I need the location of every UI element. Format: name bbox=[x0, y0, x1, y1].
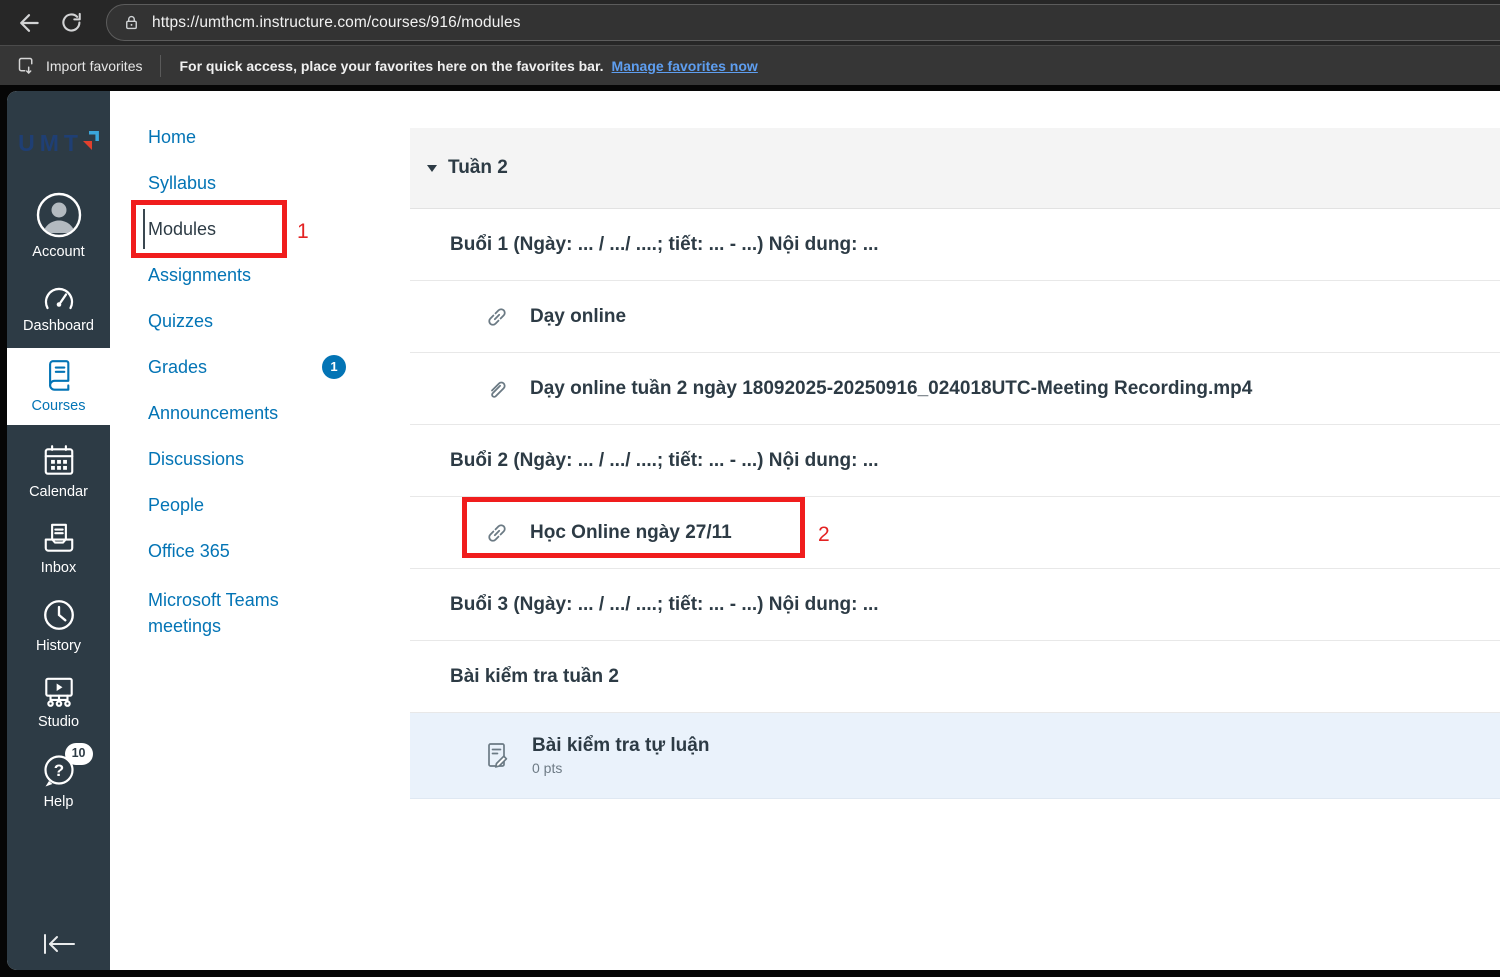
sidebar-item-account[interactable]: Account bbox=[7, 191, 110, 260]
sidebar-item-label: Help bbox=[43, 794, 74, 810]
grades-count-badge: 1 bbox=[322, 355, 346, 379]
sidebar-item-label: Account bbox=[32, 244, 85, 260]
module-item-day-online[interactable]: Dạy online bbox=[410, 281, 1500, 353]
sidebar-item-history[interactable]: History bbox=[7, 597, 110, 654]
history-clock-icon bbox=[41, 597, 77, 633]
lock-icon bbox=[126, 15, 137, 30]
collapse-arrow-icon bbox=[43, 934, 75, 954]
manage-favorites-link[interactable]: Manage favorites now bbox=[612, 58, 758, 74]
course-nav-discussions[interactable]: Discussions bbox=[148, 449, 410, 469]
module-subheader-buoi-1: Buổi 1 (Ngày: ... / .../ ....; tiết: ...… bbox=[410, 209, 1500, 281]
assignment-icon bbox=[488, 742, 508, 768]
module-item-hoc-online-27-11[interactable]: Học Online ngày 27/11 bbox=[410, 497, 1500, 569]
course-nav-grades[interactable]: Grades 1 bbox=[148, 355, 410, 379]
external-link-icon bbox=[488, 523, 506, 542]
active-caret-bar bbox=[143, 209, 145, 249]
dashboard-gauge-icon bbox=[40, 281, 78, 313]
sidebar-item-label: Dashboard bbox=[23, 318, 94, 334]
import-favorites-button[interactable]: Import favorites bbox=[16, 55, 142, 76]
course-nav-teams-meetings[interactable]: Microsoft Teams meetings bbox=[148, 587, 410, 639]
collapse-global-nav-button[interactable] bbox=[38, 932, 80, 956]
browser-toolbar: https://umthcm.instructure.com/courses/9… bbox=[0, 0, 1500, 45]
sidebar-item-help[interactable]: ? 10 Help bbox=[7, 743, 110, 810]
global-nav-sidebar: UMT Account Dashboard Courses Calendar I… bbox=[7, 91, 110, 970]
course-nav-quizzes[interactable]: Quizzes bbox=[148, 311, 410, 331]
assignment-title[interactable]: Bài kiểm tra tự luận bbox=[532, 735, 709, 757]
refresh-button[interactable] bbox=[54, 6, 88, 40]
sidebar-item-inbox[interactable]: Inbox bbox=[7, 521, 110, 576]
assignment-points: 0 pts bbox=[532, 760, 563, 776]
umt-logo[interactable]: UMT bbox=[18, 125, 99, 161]
canvas-app: UMT Account Dashboard Courses Calendar I… bbox=[7, 91, 1500, 970]
course-nav-assignments[interactable]: Assignments bbox=[148, 265, 410, 285]
sidebar-item-label: Inbox bbox=[40, 560, 77, 576]
favorites-bar: Import favorites For quick access, place… bbox=[0, 45, 1500, 85]
courses-book-icon bbox=[41, 357, 77, 393]
import-favorites-icon bbox=[18, 57, 33, 74]
course-nav-home[interactable]: Home bbox=[148, 127, 410, 147]
external-link-icon bbox=[488, 307, 506, 326]
favorites-message: For quick access, place your favorites h… bbox=[179, 57, 604, 74]
import-favorites-label: Import favorites bbox=[46, 57, 143, 74]
course-nav-modules[interactable]: Modules bbox=[143, 209, 410, 249]
url-text: https://umthcm.instructure.com/courses/9… bbox=[152, 13, 521, 31]
calendar-icon bbox=[41, 443, 77, 479]
collapse-module-icon[interactable] bbox=[427, 164, 437, 172]
favorites-divider bbox=[160, 54, 162, 77]
course-nav-list: Home Syllabus Modules Assignments Quizze… bbox=[143, 127, 410, 639]
course-nav: Home Syllabus Modules Assignments Quizze… bbox=[110, 91, 410, 970]
module-item-bai-kiem-tra-tu-luan[interactable]: Bài kiểm tra tự luận 0 pts bbox=[410, 713, 1500, 799]
module-tuan-2: Tuần 2 Buổi 1 (Ngày: ... / .../ ....; ti… bbox=[410, 128, 1500, 799]
sidebar-item-label: Studio bbox=[37, 714, 80, 730]
refresh-icon bbox=[61, 12, 81, 32]
back-arrow-icon bbox=[20, 13, 39, 32]
sidebar-item-label: Courses bbox=[31, 398, 86, 414]
svg-text:?: ? bbox=[53, 761, 63, 780]
help-icon: ? 10 bbox=[39, 743, 93, 789]
module-header[interactable]: Tuần 2 bbox=[410, 128, 1500, 209]
url-bar[interactable]: https://umthcm.instructure.com/courses/9… bbox=[106, 4, 1500, 41]
sidebar-item-dashboard[interactable]: Dashboard bbox=[7, 281, 110, 334]
browser-chrome: https://umthcm.instructure.com/courses/9… bbox=[0, 0, 1500, 85]
inbox-icon bbox=[41, 521, 77, 555]
sidebar-item-label: Calendar bbox=[29, 484, 88, 500]
course-nav-syllabus[interactable]: Syllabus bbox=[148, 173, 410, 193]
sidebar-item-label: History bbox=[35, 638, 82, 654]
module-subheader-buoi-2: Buổi 2 (Ngày: ... / .../ ....; tiết: ...… bbox=[410, 425, 1500, 497]
module-subheader-bai-kiem-tra: Bài kiểm tra tuần 2 bbox=[410, 641, 1500, 713]
umt-logo-mark-icon bbox=[83, 131, 99, 155]
sidebar-item-calendar[interactable]: Calendar bbox=[7, 443, 110, 500]
modules-content: Tuần 2 Buổi 1 (Ngày: ... / .../ ....; ti… bbox=[410, 91, 1500, 970]
module-item-recording-mp4[interactable]: Dạy online tuần 2 ngày 18092025-20250916… bbox=[410, 353, 1500, 425]
assignment-text: Bài kiểm tra tự luận 0 pts bbox=[532, 735, 709, 776]
studio-icon bbox=[41, 675, 77, 709]
sidebar-item-courses[interactable]: Courses bbox=[7, 348, 110, 425]
back-button[interactable] bbox=[12, 6, 46, 40]
screenshot-root: { "browser": { "url": "https://umthcm.in… bbox=[0, 0, 1500, 977]
module-subheader-buoi-3: Buổi 3 (Ngày: ... / .../ ....; tiết: ...… bbox=[410, 569, 1500, 641]
course-nav-announcements[interactable]: Announcements bbox=[148, 403, 410, 423]
account-avatar-icon bbox=[35, 191, 83, 239]
course-nav-people[interactable]: People bbox=[148, 495, 410, 515]
help-count-badge: 10 bbox=[64, 743, 93, 765]
sidebar-item-studio[interactable]: Studio bbox=[7, 675, 110, 730]
module-title: Tuần 2 bbox=[448, 157, 508, 178]
attachment-paperclip-icon bbox=[491, 381, 506, 398]
course-nav-office365[interactable]: Office 365 bbox=[148, 541, 410, 561]
umt-logo-text: UMT bbox=[18, 129, 83, 156]
